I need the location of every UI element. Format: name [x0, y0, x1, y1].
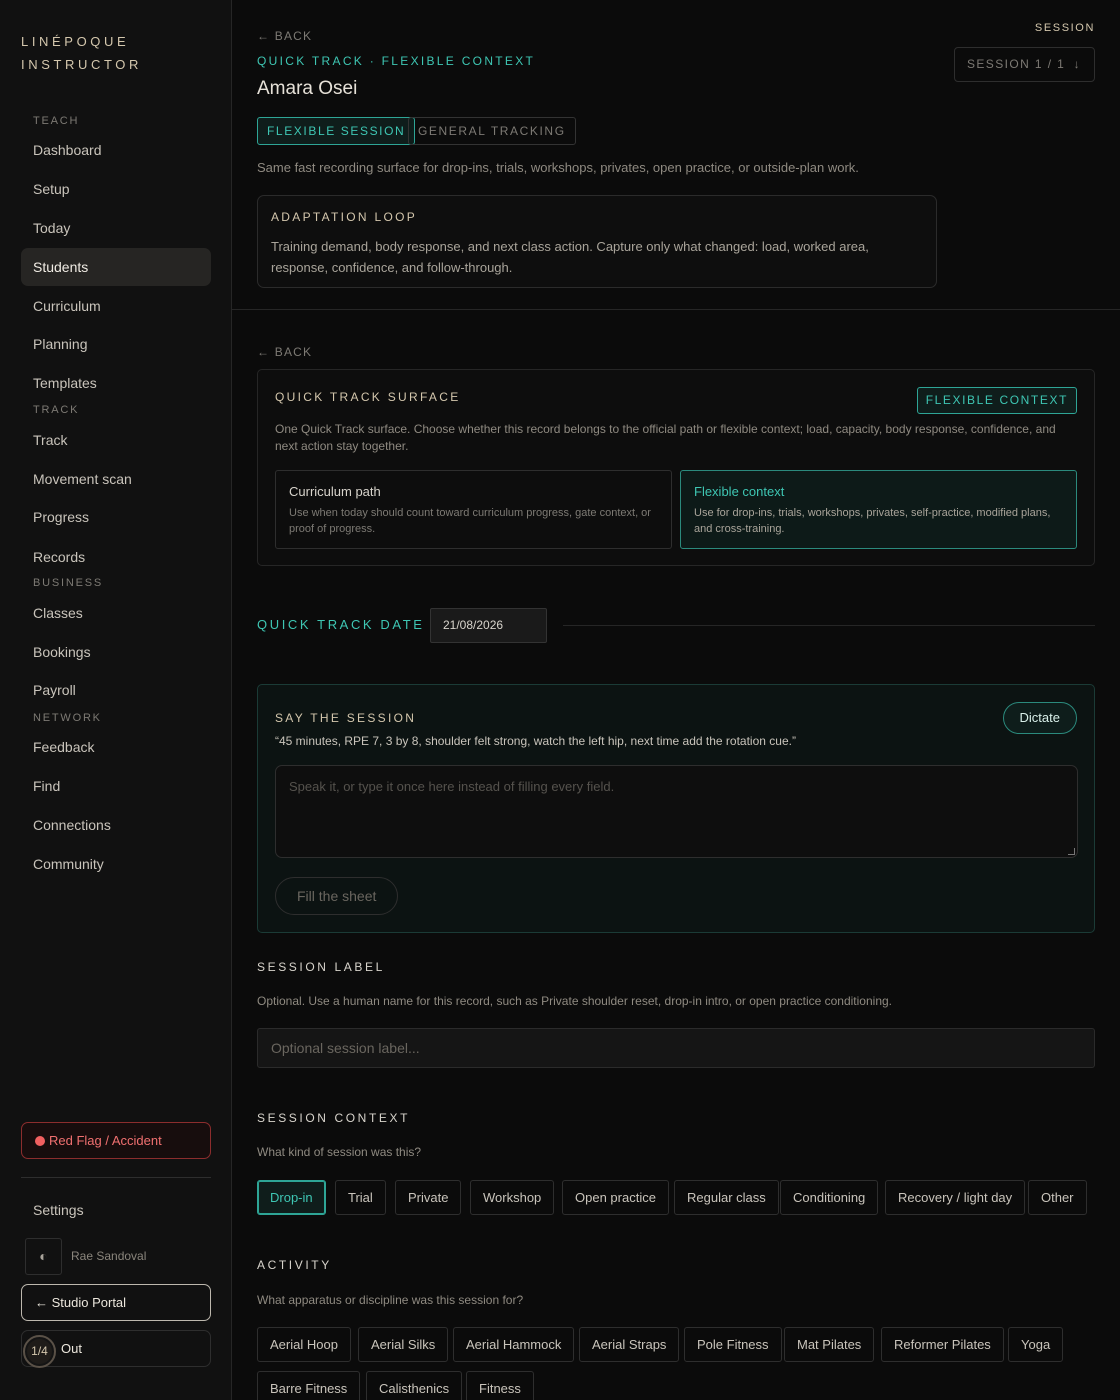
flexible-context-pill: FLEXIBLE CONTEXT: [916, 387, 1077, 414]
session-label-input[interactable]: Optional session label...: [257, 1028, 1095, 1068]
resize-handle-icon[interactable]: [1068, 848, 1075, 855]
quick-track-surface: QUICK TRACK SURFACE FLEXIBLE CONTEXT One…: [257, 369, 1095, 566]
sidebar-item-setup[interactable]: Setup: [21, 170, 211, 208]
activity-chip-aerial-hammock[interactable]: Aerial Hammock: [453, 1327, 575, 1362]
sidebar-item-feedback[interactable]: Feedback: [21, 728, 211, 766]
surface-description: One Quick Track surface. Choose whether …: [275, 422, 1056, 453]
sidebar-item-find[interactable]: Find: [21, 767, 211, 805]
option-description: Use when today should count toward curri…: [289, 507, 651, 535]
session-context-heading: SESSION CONTEXT: [257, 1111, 411, 1125]
student-name: Amara Osei: [257, 78, 358, 99]
brand-name: LINÉPOQUE: [21, 34, 130, 49]
sidebar-item-bookings[interactable]: Bookings: [21, 633, 211, 671]
fill-sheet-button[interactable]: Fill the sheet: [275, 877, 399, 915]
sidebar-item-classes[interactable]: Classes: [21, 594, 211, 632]
main-content: ← BACK QUICK TRACK · FLEXIBLE CONTEXT Am…: [232, 0, 1120, 1400]
sidebar-divider: [21, 1177, 211, 1178]
sidebar-item-today[interactable]: Today: [21, 209, 211, 247]
context-chip-private[interactable]: Private: [395, 1180, 462, 1215]
activity-chip-mat-pilates[interactable]: Mat Pilates: [784, 1327, 875, 1362]
page-counter-badge[interactable]: 1/4: [23, 1335, 56, 1368]
page-kicker: QUICK TRACK · FLEXIBLE CONTEXT: [257, 54, 536, 68]
option-title: Flexible context: [694, 484, 785, 499]
page-description: Same fast recording surface for drop-ins…: [257, 160, 859, 175]
option-flexible-context[interactable]: Flexible context Use for drop-ins, trial…: [680, 470, 1077, 549]
dictate-button[interactable]: Dictate: [1002, 702, 1077, 734]
say-session-card: SAY THE SESSION Dictate “45 minutes, RPE…: [257, 684, 1095, 933]
back-link[interactable]: ← BACK: [257, 29, 312, 43]
context-chip-workshop[interactable]: Workshop: [470, 1180, 555, 1215]
option-curriculum-path[interactable]: Curriculum path Use when today should co…: [275, 470, 672, 549]
sidebar-item-connections[interactable]: Connections: [21, 806, 211, 844]
section-divider: [232, 309, 1120, 310]
arrow-down-icon: ↓: [1073, 57, 1081, 71]
session-select[interactable]: SESSION 1 / 1 ↓: [954, 47, 1095, 82]
adaptation-loop-card: ADAPTATION LOOP Training demand, body re…: [257, 195, 937, 288]
nav-section-network: NETWORK: [33, 712, 102, 724]
session-context-description: What kind of session was this?: [257, 1145, 422, 1159]
context-chip-open-practice[interactable]: Open practice: [562, 1180, 669, 1215]
sidebar-item-settings[interactable]: Settings: [33, 1202, 84, 1218]
red-flag-button[interactable]: Red Flag / Accident: [21, 1122, 211, 1159]
context-chip-regular-class[interactable]: Regular class: [674, 1180, 779, 1215]
activity-chip-calisthenics[interactable]: Calisthenics: [366, 1371, 463, 1400]
option-title: Curriculum path: [289, 484, 381, 499]
red-flag-label: Red Flag / Accident: [49, 1133, 162, 1148]
sidebar-item-community[interactable]: Community: [21, 845, 211, 883]
context-chip-recovery[interactable]: Recovery / light day: [885, 1180, 1026, 1215]
sidebar-item-planning[interactable]: Planning: [21, 325, 211, 363]
activity-chip-fitness[interactable]: Fitness: [466, 1371, 534, 1400]
surface-heading: QUICK TRACK SURFACE: [275, 390, 461, 404]
adaptation-text: Training demand, body response, and next…: [271, 239, 869, 275]
back-link-surface[interactable]: ← BACK: [257, 345, 312, 359]
context-chip-other[interactable]: Other: [1028, 1180, 1087, 1215]
nav-section-business: BUSINESS: [33, 577, 104, 589]
session-notes-textarea[interactable]: Speak it, or type it once here instead o…: [275, 765, 1078, 858]
activity-chip-aerial-silks[interactable]: Aerial Silks: [358, 1327, 449, 1362]
alert-dot-icon: [35, 1136, 45, 1146]
sidebar-item-payroll[interactable]: Payroll: [21, 671, 211, 709]
tag-flexible-session: FLEXIBLE SESSION: [257, 117, 416, 145]
activity-description: What apparatus or discipline was this se…: [257, 1293, 524, 1307]
theme-toggle-icon[interactable]: ◐: [25, 1238, 62, 1275]
activity-chip-aerial-straps[interactable]: Aerial Straps: [579, 1327, 680, 1362]
date-divider: [563, 625, 1095, 626]
session-label-description: Optional. Use a human name for this reco…: [257, 994, 892, 1008]
sidebar-item-movement-scan[interactable]: Movement scan: [21, 460, 211, 498]
date-label: QUICK TRACK DATE: [257, 617, 425, 632]
sidebar-item-students[interactable]: Students: [21, 248, 211, 286]
studio-portal-button[interactable]: ← Studio Portal: [21, 1284, 211, 1321]
sidebar-item-records[interactable]: Records: [21, 538, 211, 576]
activity-chip-yoga[interactable]: Yoga: [1008, 1327, 1064, 1362]
sidebar-item-dashboard[interactable]: Dashboard: [21, 131, 211, 169]
brand-logo[interactable]: LINÉPOQUE INSTRUCTOR: [21, 30, 142, 76]
tag-general-tracking: GENERAL TRACKING: [408, 117, 576, 145]
sidebar-item-curriculum[interactable]: Curriculum: [21, 287, 211, 325]
context-chip-conditioning[interactable]: Conditioning: [780, 1180, 879, 1215]
nav-section-teach: TEACH: [33, 115, 80, 127]
activity-chip-pole-fitness[interactable]: Pole Fitness: [684, 1327, 782, 1362]
say-example: “45 minutes, RPE 7, 3 by 8, shoulder fel…: [275, 734, 796, 748]
session-label-heading: SESSION LABEL: [257, 960, 385, 974]
sidebar-item-track[interactable]: Track: [21, 421, 211, 459]
sidebar-item-progress[interactable]: Progress: [21, 498, 211, 536]
activity-chip-aerial-hoop[interactable]: Aerial Hoop: [257, 1327, 351, 1362]
activity-heading: ACTIVITY: [257, 1258, 332, 1272]
context-chip-drop-in[interactable]: Drop-in: [257, 1180, 326, 1215]
context-chip-trial[interactable]: Trial: [335, 1180, 386, 1215]
sidebar: LINÉPOQUE INSTRUCTOR TEACH Dashboard Set…: [0, 0, 232, 1400]
date-input[interactable]: 21/08/2026: [430, 608, 547, 643]
activity-chip-barre-fitness[interactable]: Barre Fitness: [257, 1371, 361, 1400]
session-label: SESSION: [1034, 22, 1095, 34]
sidebar-item-templates[interactable]: Templates: [21, 364, 211, 402]
say-heading: SAY THE SESSION: [275, 711, 417, 725]
adaptation-heading: ADAPTATION LOOP: [271, 210, 418, 224]
nav-section-track: TRACK: [33, 404, 80, 416]
textarea-placeholder: Speak it, or type it once here instead o…: [289, 779, 615, 794]
session-select-value: SESSION 1 / 1: [967, 57, 1066, 71]
brand-subtitle: INSTRUCTOR: [21, 57, 142, 72]
option-description: Use for drop-ins, trials, workshops, pri…: [694, 507, 1051, 535]
user-name: Rae Sandoval: [71, 1249, 147, 1263]
activity-chip-reformer-pilates[interactable]: Reformer Pilates: [881, 1327, 1004, 1362]
